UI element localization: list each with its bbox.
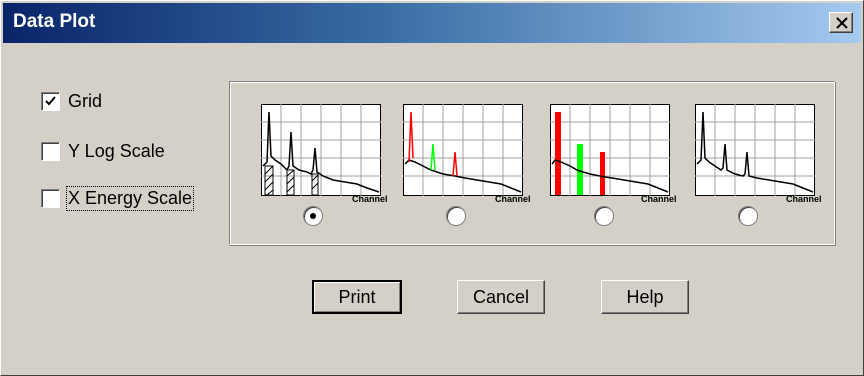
grid-checkbox[interactable] [41,91,60,111]
plot-style-radio-2[interactable] [446,206,466,226]
close-button[interactable] [829,12,853,33]
plot-style-radio-3[interactable] [594,206,614,226]
help-button[interactable]: Help [601,280,689,314]
x-energy-scale-label: X Energy Scale [65,185,195,211]
y-log-scale-label: Y Log Scale [68,140,165,161]
window-title: Data Plot [13,11,96,32]
plot-style-preview-1[interactable] [261,104,381,196]
plot-style-preview-4[interactable] [695,104,815,196]
plot-style-preview-3[interactable] [550,104,670,196]
title-bar[interactable]: Data Plot [3,3,861,43]
x-energy-scale-checkbox[interactable] [41,188,60,208]
axis-label-2: Channel [495,194,531,204]
plot-style-group: Channel Channel Channel Channel [229,81,835,245]
y-log-scale-checkbox[interactable] [41,141,60,161]
print-button[interactable]: Print [312,280,402,314]
axis-label-3: Channel [641,194,677,204]
radio-selected-dot [310,213,316,219]
plot-style-radio-1[interactable] [303,206,323,226]
grid-option[interactable]: Grid [41,89,102,113]
axis-label-1: Channel [352,194,388,204]
plot-style-preview-2[interactable] [403,104,523,196]
plot-style-radio-4[interactable] [738,206,758,226]
x-energy-scale-option[interactable]: X Energy Scale [41,185,195,211]
checkmark-icon [45,95,56,105]
data-plot-dialog: Data Plot Grid Y Log Scale X Energy Scal… [0,0,864,376]
y-log-scale-option[interactable]: Y Log Scale [41,139,165,163]
cancel-button[interactable]: Cancel [457,280,545,314]
grid-label: Grid [68,90,103,111]
axis-label-4: Channel [786,194,822,204]
close-icon [836,17,848,29]
